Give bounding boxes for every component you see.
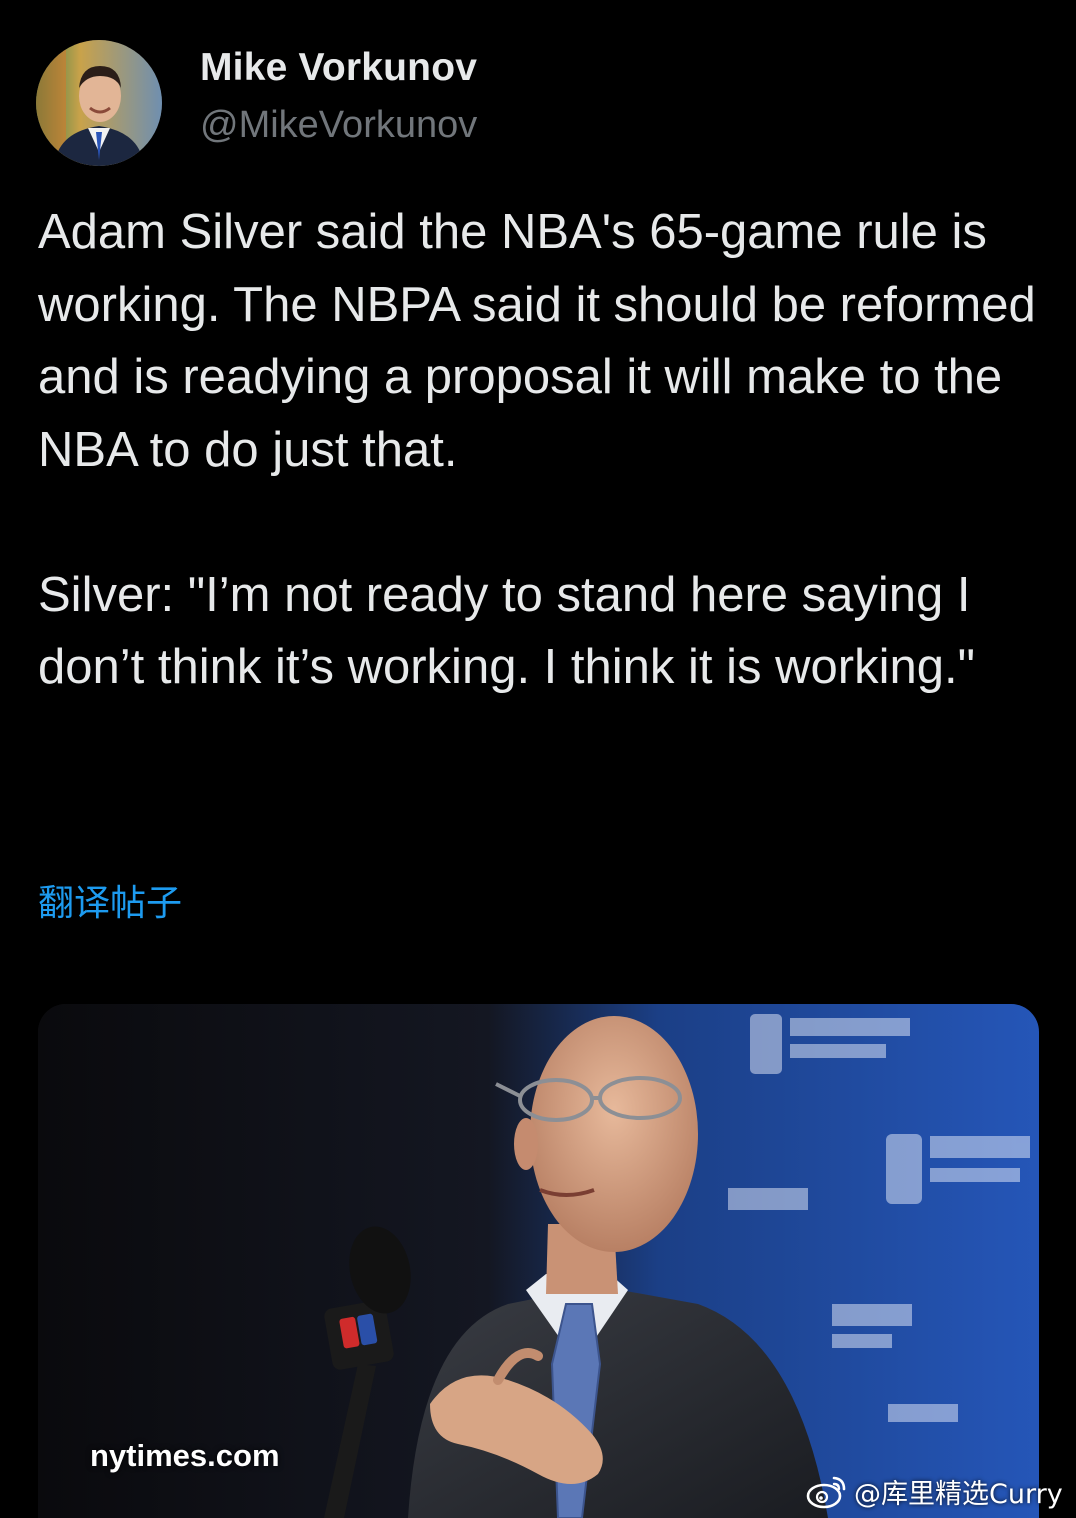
watermark: @库里精选Curry — [806, 1472, 1063, 1511]
watermark-text: @库里精选Curry — [854, 1479, 1063, 1510]
tweet-paragraph: Adam Silver said the NBA's 65-game rule … — [38, 205, 1036, 477]
tweet-body: Adam Silver said the NBA's 65-game rule … — [38, 196, 1048, 704]
link-source-label[interactable]: nytimes.com — [90, 1438, 280, 1474]
author-handle[interactable]: @MikeVorkunov — [200, 104, 477, 147]
translate-post-link[interactable]: 翻译帖子 — [38, 874, 182, 926]
author-avatar[interactable] — [36, 40, 162, 166]
weibo-icon — [806, 1476, 846, 1508]
author-display-name[interactable]: Mike Vorkunov — [200, 46, 477, 90]
link-preview-card[interactable]: nytimes.com — [38, 1004, 1039, 1518]
tweet-paragraph: Silver: "I’m not ready to stand here say… — [38, 567, 975, 695]
avatar-photo — [36, 40, 162, 166]
